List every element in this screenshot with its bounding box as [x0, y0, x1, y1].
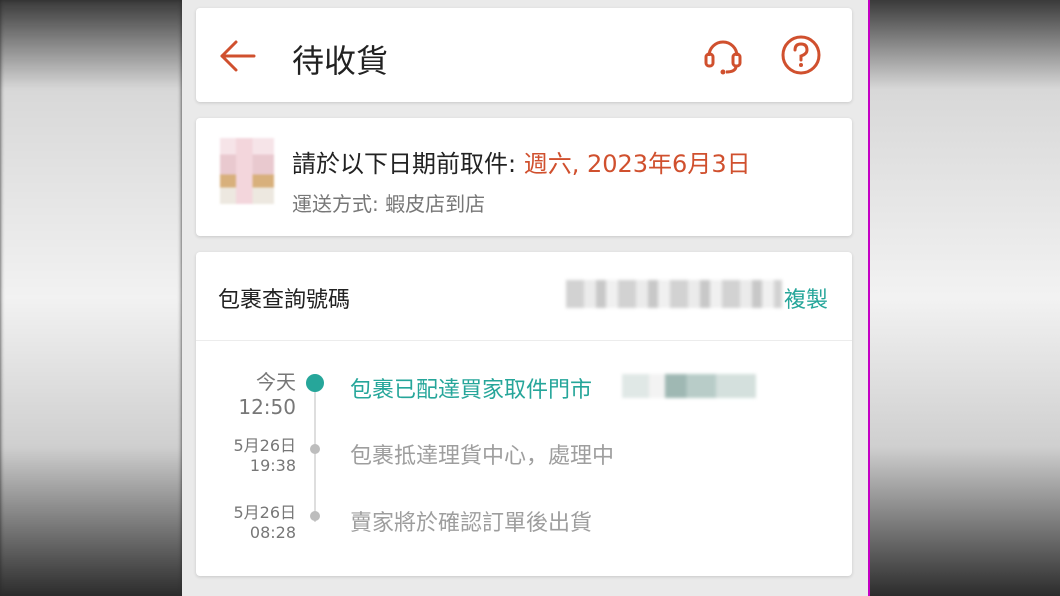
timeline-dot — [310, 511, 320, 521]
timeline-date: 今天 — [256, 370, 296, 394]
pickup-info-card: 請於以下日期前取件: 週六, 2023年6月3日 運送方式: 蝦皮店到店 — [196, 118, 852, 236]
timeline-event-text: 包裹已配達買家取件門市 — [350, 378, 593, 403]
blurred-background-right — [868, 0, 1060, 596]
timeline-clock: 19:38 — [249, 456, 296, 475]
page-title: 待收貨 — [292, 42, 389, 80]
tracking-header: 包裹查詢號碼 複製 — [196, 252, 852, 341]
back-arrow-icon[interactable] — [218, 36, 258, 76]
shipping-method: 運送方式: 蝦皮店到店 — [292, 192, 486, 216]
timeline-time: 5月26日 19:38 — [206, 436, 296, 476]
timeline-dot-active — [306, 374, 324, 392]
blurred-background-left — [0, 0, 182, 596]
timeline-clock: 12:50 — [238, 395, 296, 419]
tracking-number-label: 包裹查詢號碼 — [218, 288, 351, 313]
timeline-time: 今天 12:50 — [206, 370, 296, 420]
tracking-number-blurred — [566, 280, 782, 308]
timeline-clock: 08:28 — [249, 523, 296, 542]
pickup-deadline-label: 請於以下日期前取件: — [292, 150, 524, 178]
pickup-deadline-date: 週六, 2023年6月3日 — [523, 150, 751, 178]
timeline-date: 5月26日 — [233, 503, 296, 522]
top-app-bar: 待收貨 — [196, 8, 852, 102]
product-thumbnail — [220, 138, 274, 204]
store-name-blurred — [622, 374, 756, 398]
timeline-dot — [310, 444, 320, 454]
copy-button[interactable]: 複製 — [784, 282, 828, 314]
tracking-card: 包裹查詢號碼 複製 今天 12:50 包裹已配達買家取件門市 5月26日 19:… — [196, 252, 852, 576]
pickup-deadline: 請於以下日期前取件: 週六, 2023年6月3日 — [292, 144, 751, 179]
timeline-event-text: 包裹抵達理貨中心，處理中 — [350, 444, 615, 469]
help-question-icon[interactable] — [780, 34, 822, 76]
timeline-date: 5月26日 — [233, 436, 296, 455]
phone-screen: 待收貨 請於以下日期前取件: 週六, 2023年6月3日 運送方式: 蝦皮店到店… — [182, 0, 868, 596]
timeline-time: 5月26日 08:28 — [206, 503, 296, 543]
timeline-event-text: 賣家將於確認訂單後出貨 — [350, 511, 593, 536]
headset-icon[interactable] — [702, 34, 744, 76]
